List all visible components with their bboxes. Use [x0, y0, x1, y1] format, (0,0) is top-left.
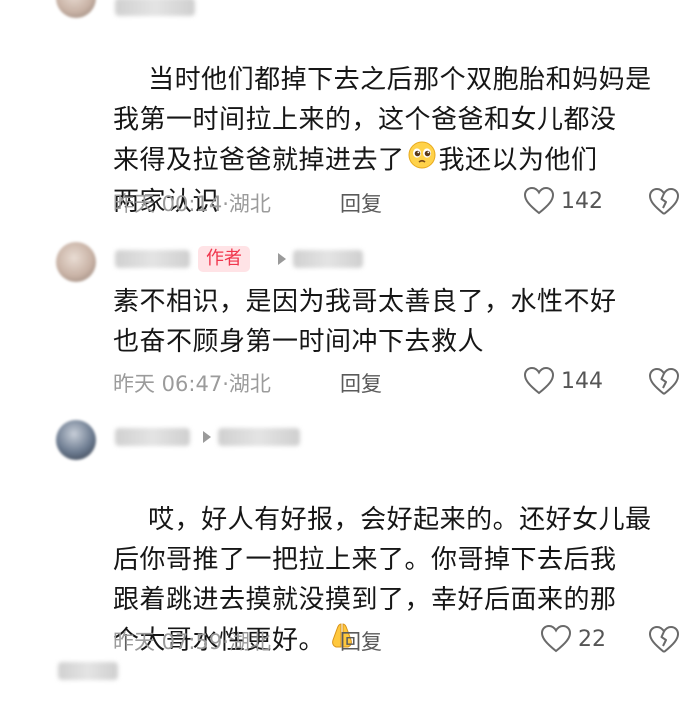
reply-triangle-icon	[203, 431, 211, 443]
comment-time: 昨天 00:14	[113, 192, 223, 216]
reply-button[interactable]: 回复	[340, 368, 382, 398]
like-count: 142	[561, 188, 603, 214]
avatar[interactable]	[56, 420, 96, 460]
comment-location: 湖北	[228, 192, 271, 216]
blurred-reply-target[interactable]	[293, 250, 363, 268]
like-button[interactable]: 142	[523, 186, 603, 216]
author-badge: 作者	[198, 246, 250, 272]
dislike-button[interactable]	[648, 187, 680, 221]
comment-time: 昨天 07:59	[113, 630, 223, 654]
meta-separator: ·	[222, 192, 229, 216]
comment-meta: 昨天 06:47·湖北	[113, 368, 271, 398]
comment-meta: 昨天 07:59·湖北	[113, 626, 271, 656]
reply-button[interactable]: 回复	[340, 626, 382, 656]
reply-triangle-icon	[278, 253, 286, 265]
heart-outline-icon	[523, 366, 555, 396]
blurred-username[interactable]	[115, 0, 195, 16]
dislike-button[interactable]	[648, 367, 680, 401]
reply-button[interactable]: 回复	[340, 188, 382, 218]
comment-text: 当时他们都掉下去之后那个双胞胎和妈妈是 我第一时间拉上来的，这个爸爸和女儿都没 …	[113, 20, 683, 262]
broken-heart-icon	[648, 626, 680, 659]
comment-location: 湖北	[228, 630, 271, 654]
pleading-face-emoji	[407, 140, 437, 182]
blurred-username[interactable]	[115, 250, 190, 268]
like-button[interactable]: 22	[540, 624, 606, 654]
blurred-username[interactable]	[58, 662, 118, 680]
comment-location: 湖北	[228, 372, 271, 396]
meta-separator: ·	[222, 372, 229, 396]
avatar[interactable]	[56, 242, 96, 282]
comment-time: 昨天 06:47	[113, 372, 223, 396]
comment-text: 哎，好人有好报，会好起来的。还好女儿最 后你哥推了一把拉上来了。你哥掉下去后我 …	[113, 460, 683, 702]
dislike-button[interactable]	[648, 625, 680, 659]
broken-heart-icon	[648, 368, 680, 401]
blurred-reply-target[interactable]	[218, 428, 300, 446]
comment-meta: 昨天 00:14·湖北	[113, 188, 271, 218]
like-count: 144	[561, 368, 603, 394]
heart-outline-icon	[540, 624, 572, 654]
avatar[interactable]	[56, 0, 96, 18]
broken-heart-icon	[648, 188, 680, 221]
meta-separator: ·	[222, 630, 229, 654]
like-count: 22	[578, 626, 606, 652]
comment-text: 素不相识，是因为我哥太善良了，水性不好 也奋不顾身第一时间冲下去救人	[113, 287, 617, 357]
blurred-username[interactable]	[115, 428, 190, 446]
like-button[interactable]: 144	[523, 366, 603, 396]
heart-outline-icon	[523, 186, 555, 216]
